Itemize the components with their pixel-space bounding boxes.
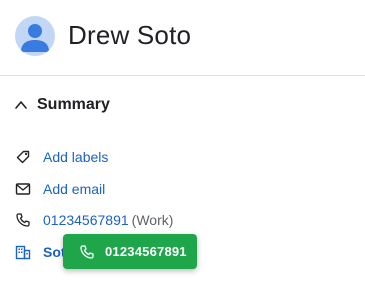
mail-icon <box>15 181 31 197</box>
person-avatar-icon <box>21 24 49 52</box>
summary-title: Summary <box>37 96 110 113</box>
building-icon <box>15 244 31 260</box>
company-row: Sot <box>15 241 66 263</box>
add-labels-link[interactable]: Add labels <box>43 149 108 165</box>
contact-header: Drew Soto <box>0 0 365 76</box>
phone-row: 01234567891 (Work) <box>15 209 173 231</box>
phone-number-link[interactable]: 01234567891 <box>43 212 129 228</box>
phone-type-label: (Work) <box>131 212 174 228</box>
add-email-row[interactable]: Add email <box>15 178 105 200</box>
avatar <box>15 16 55 56</box>
add-email-link[interactable]: Add email <box>43 181 105 197</box>
tag-icon <box>15 149 31 165</box>
add-labels-row[interactable]: Add labels <box>15 146 108 168</box>
contact-panel: Drew Soto Summary Add labels Add email 0… <box>0 0 365 282</box>
summary-section-toggle[interactable]: Summary <box>14 96 110 114</box>
call-number-button[interactable]: 01234567891 <box>63 234 197 269</box>
phone-icon <box>79 244 95 260</box>
contact-name: Drew Soto <box>68 20 192 50</box>
call-number-label: 01234567891 <box>105 244 187 259</box>
chevron-up-icon <box>14 98 28 112</box>
phone-icon <box>15 212 31 228</box>
